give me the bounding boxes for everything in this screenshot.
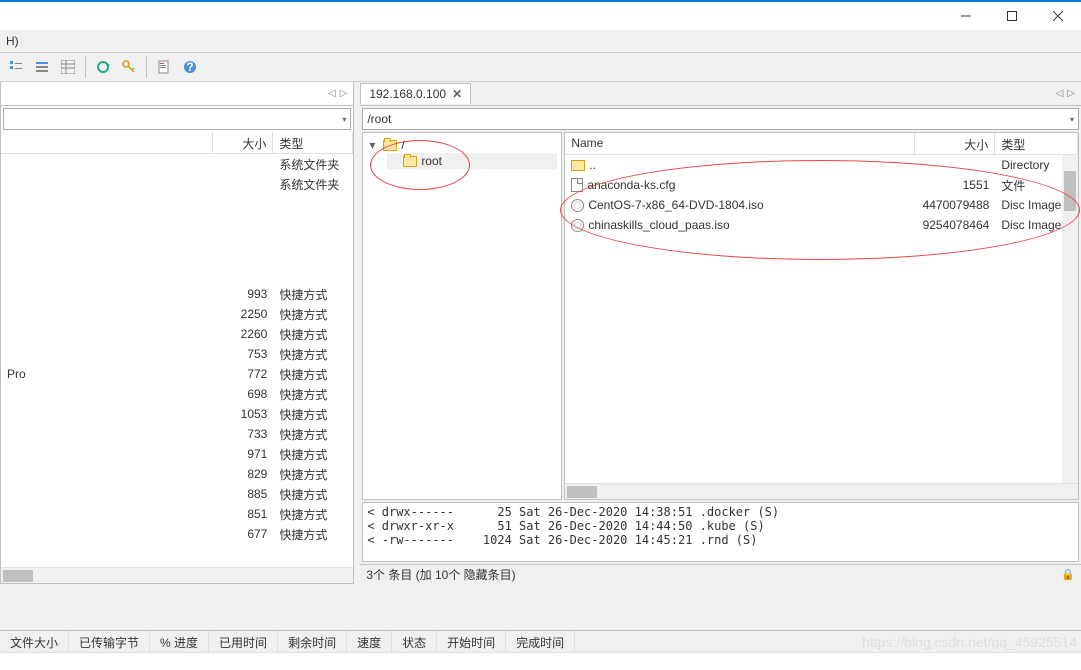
local-file-list[interactable]: 大小 类型 系统文件夹系统文件夹 993快捷方式2250快捷方式2260快捷方式… (1, 132, 353, 567)
remote-path-bar[interactable]: /root ▾ (362, 108, 1079, 130)
tree-view-icon[interactable] (4, 55, 28, 79)
list-item[interactable]: Pro772快捷方式 (1, 364, 353, 384)
local-panel: ◁▷ ▾ 大小 类型 系统文件夹系统文件夹 993快捷方式2250快捷方式226… (0, 82, 354, 584)
status-text: 3个 条目 (加 10个 隐藏条目) (366, 566, 515, 583)
list-item[interactable]: 1053快捷方式 (1, 404, 353, 424)
svg-text:?: ? (186, 60, 193, 74)
list-item[interactable]: CentOS-7-x86_64-DVD-1804.iso4470079488Di… (565, 195, 1078, 215)
list-item[interactable]: 829快捷方式 (1, 464, 353, 484)
remote-tree[interactable]: ▾ / root (362, 132, 562, 500)
list-item[interactable]: ..Directory (565, 155, 1078, 175)
local-tabstrip: ◁▷ (1, 82, 353, 106)
list-item[interactable]: anaconda-ks.cfg1551文件 (565, 175, 1078, 195)
lock-icon: 🔒 (1061, 568, 1075, 581)
list-item[interactable]: 753快捷方式 (1, 344, 353, 364)
folder-icon (383, 140, 397, 151)
list-item[interactable]: 698快捷方式 (1, 384, 353, 404)
menubar: H) (0, 30, 1081, 52)
key-icon[interactable] (117, 55, 141, 79)
folder-icon (403, 156, 417, 167)
list-item[interactable]: 677快捷方式 (1, 524, 353, 544)
col-type[interactable]: 类型 (273, 132, 353, 153)
transfer-col[interactable]: 剩余时间 (278, 631, 347, 652)
remote-file-list[interactable]: Name 大小 类型 ..Directoryanaconda-ks.cfg155… (564, 132, 1079, 500)
local-path-bar[interactable]: ▾ (3, 108, 351, 130)
list-item[interactable]: 系统文件夹 (1, 154, 353, 174)
transfer-col[interactable]: 已用时间 (209, 631, 278, 652)
col-size[interactable]: 大小 (915, 133, 995, 154)
local-scrollbar[interactable] (1, 567, 353, 583)
list-item[interactable]: 2260快捷方式 (1, 324, 353, 344)
transfer-col[interactable]: 开始时间 (437, 631, 506, 652)
tab-label: 192.168.0.100 (369, 87, 446, 101)
tab-prev-icon[interactable]: ◁ (328, 88, 336, 99)
col-name[interactable] (1, 132, 213, 153)
collapse-icon[interactable]: ▾ (369, 138, 379, 152)
tree-root[interactable]: ▾ / (367, 137, 557, 153)
col-size[interactable]: 大小 (213, 132, 273, 153)
page-icon[interactable] (152, 55, 176, 79)
col-type[interactable]: 类型 (995, 133, 1078, 154)
tab-next-icon[interactable]: ▷ (1067, 88, 1075, 99)
list-item[interactable]: 885快捷方式 (1, 484, 353, 504)
transfer-col[interactable]: 已传输字节 (69, 631, 150, 652)
menu-help[interactable]: H) (6, 34, 19, 48)
toolbar: ? (0, 52, 1081, 82)
tree-item-root[interactable]: root (387, 153, 557, 169)
transfer-col[interactable]: % 进度 (150, 631, 209, 652)
maximize-button[interactable] (989, 2, 1035, 30)
chevron-down-icon[interactable]: ▾ (1070, 115, 1074, 124)
refresh-icon[interactable] (91, 55, 115, 79)
list-item[interactable]: 851快捷方式 (1, 504, 353, 524)
transfer-col[interactable]: 文件大小 (0, 631, 69, 652)
detail-view-icon[interactable] (56, 55, 80, 79)
list-item[interactable]: 733快捷方式 (1, 424, 353, 444)
remote-list-header: Name 大小 类型 (565, 133, 1078, 155)
remote-tabstrip: 192.168.0.100 ✕ ◁▷ (360, 82, 1081, 106)
remote-statusbar: 3个 条目 (加 10个 隐藏条目) 🔒 (360, 564, 1081, 584)
remote-panel: 192.168.0.100 ✕ ◁▷ /root ▾ ▾ / root (360, 82, 1081, 584)
help-icon[interactable]: ? (178, 55, 202, 79)
list-item[interactable]: 971快捷方式 (1, 444, 353, 464)
tab-prev-icon[interactable]: ◁ (1056, 88, 1064, 99)
list-item[interactable]: chinaskills_cloud_paas.iso9254078464Disc… (565, 215, 1078, 235)
remote-h-scrollbar[interactable] (565, 483, 1078, 499)
list-item[interactable]: 2250快捷方式 (1, 304, 353, 324)
local-list-header: 大小 类型 (1, 132, 353, 154)
transfer-col[interactable]: 状态 (392, 631, 437, 652)
remote-v-scrollbar[interactable] (1062, 155, 1078, 483)
remote-path: /root (367, 112, 391, 126)
transfer-col[interactable]: 完成时间 (506, 631, 575, 652)
list-view-icon[interactable] (30, 55, 54, 79)
remote-tab[interactable]: 192.168.0.100 ✕ (360, 83, 471, 104)
minimize-button[interactable] (943, 2, 989, 30)
transfer-col[interactable]: 速度 (347, 631, 392, 652)
transfer-header: 文件大小已传输字节% 进度已用时间剩余时间速度状态开始时间完成时间 (0, 631, 1081, 653)
chevron-down-icon[interactable]: ▾ (342, 115, 346, 124)
col-name[interactable]: Name (565, 133, 915, 154)
tab-next-icon[interactable]: ▷ (340, 88, 348, 99)
close-button[interactable] (1035, 2, 1081, 30)
terminal-log[interactable]: < drwx------ 25 Sat 26-Dec-2020 14:38:51… (362, 502, 1079, 562)
list-item[interactable]: 993快捷方式 (1, 284, 353, 304)
transfer-panel: 文件大小已传输字节% 进度已用时间剩余时间速度状态开始时间完成时间 (0, 630, 1081, 670)
close-tab-icon[interactable]: ✕ (452, 87, 462, 101)
list-item[interactable]: 系统文件夹 (1, 174, 353, 194)
window-titlebar (0, 0, 1081, 30)
